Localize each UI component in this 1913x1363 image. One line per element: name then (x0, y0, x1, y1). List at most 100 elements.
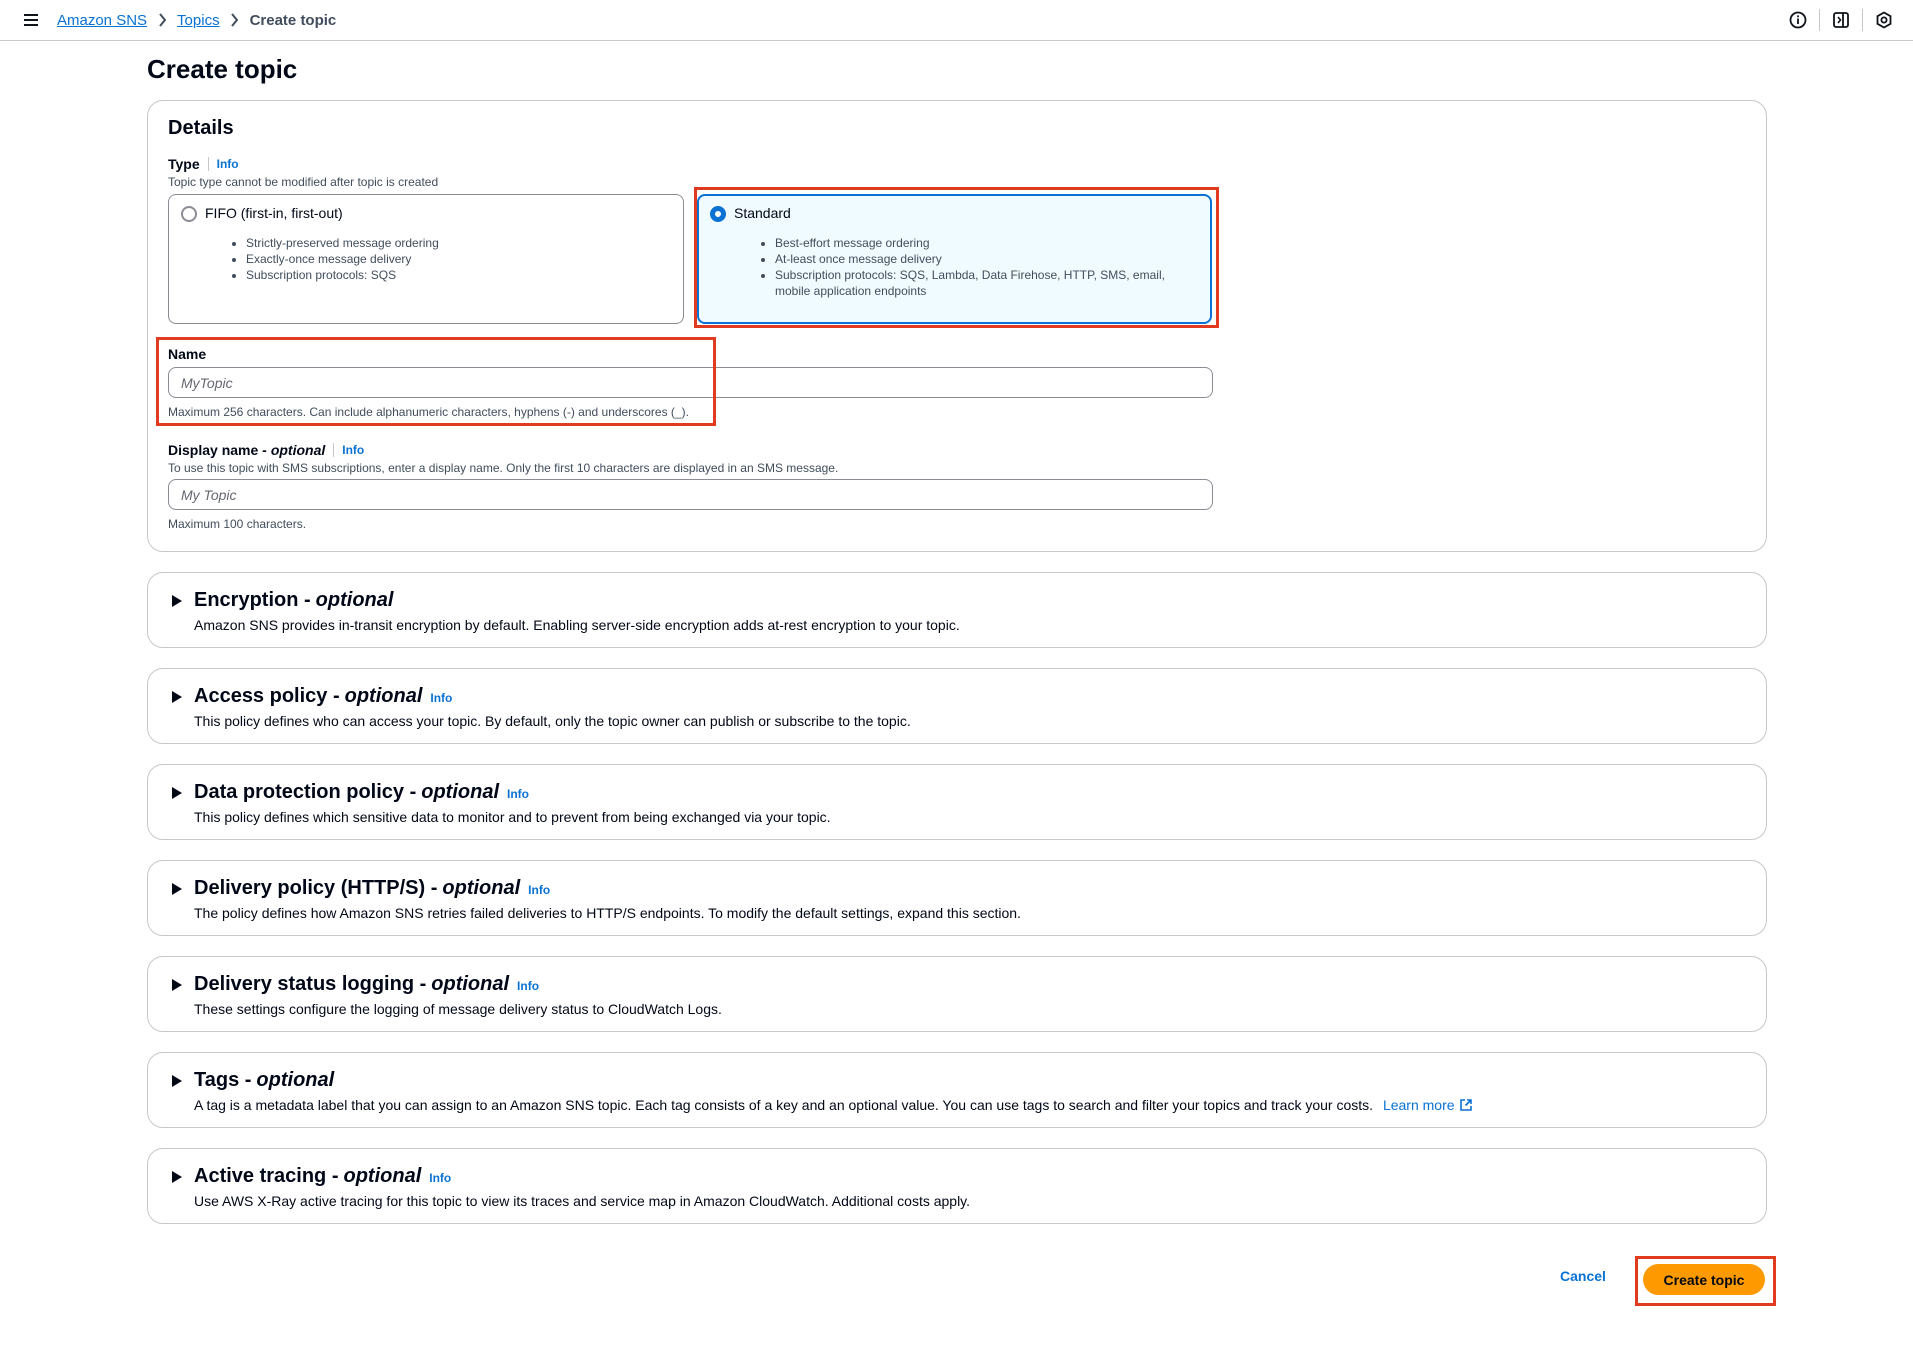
data-protection-info-link[interactable]: Info (507, 787, 529, 801)
info-circle-icon[interactable] (1787, 9, 1809, 31)
section-title: Delivery policy (HTTP/S) - optional Info (194, 877, 550, 900)
section-description: This policy defines which sensitive data… (194, 809, 831, 825)
fifo-radio[interactable] (181, 206, 197, 222)
section-title-text: Encryption - (194, 589, 311, 611)
standard-option-label: Standard (734, 205, 791, 221)
learn-more-text: Learn more (1382, 1097, 1455, 1113)
display-name-input[interactable] (168, 479, 1213, 510)
type-label: Type (168, 156, 200, 172)
fifo-option-label: FIFO (first-in, first-out) (205, 205, 343, 221)
fifo-feature-list: Strictly-preserved message ordering Exac… (246, 235, 666, 283)
breadcrumb: Amazon SNS Topics Create topic (57, 10, 336, 30)
section-title: Data protection policy - optional Info (194, 781, 529, 804)
section-optional: optional (256, 1069, 335, 1091)
details-heading: Details (168, 117, 234, 139)
create-topic-button[interactable]: Create topic (1643, 1264, 1765, 1295)
section-active-tracing[interactable]: Active tracing - optional Info Use AWS X-… (147, 1148, 1767, 1224)
tags-description-text: A tag is a metadata label that you can a… (194, 1097, 1374, 1113)
section-title-text: Delivery status logging - (194, 973, 427, 995)
section-optional: optional (431, 973, 510, 995)
display-name-label-row: Display name - optional Info (168, 442, 364, 458)
cancel-button[interactable]: Cancel (1560, 1268, 1606, 1284)
standard-radio[interactable] (710, 206, 726, 222)
section-delivery-policy[interactable]: Delivery policy (HTTP/S) - optional Info … (147, 860, 1767, 936)
type-info-link[interactable]: Info (217, 157, 239, 171)
breadcrumb-amazon-sns[interactable]: Amazon SNS (57, 12, 147, 29)
chevron-right-icon (147, 13, 177, 27)
top-icons (1787, 9, 1895, 31)
type-label-row: Type Info (168, 156, 239, 172)
section-title: Access policy - optional Info (194, 685, 452, 708)
divider (333, 443, 335, 457)
section-optional: optional (315, 589, 394, 611)
active-tracing-info-link[interactable]: Info (429, 1171, 451, 1185)
section-data-protection-policy[interactable]: Data protection policy - optional Info Th… (147, 764, 1767, 840)
list-item: Strictly-preserved message ordering (246, 235, 666, 251)
list-item: At-least once message delivery (775, 251, 1195, 267)
gear-icon[interactable] (1873, 9, 1895, 31)
type-description: Topic type cannot be modified after topi… (168, 175, 439, 189)
section-title-text: Data protection policy - (194, 781, 417, 803)
display-name-info-link[interactable]: Info (342, 443, 364, 457)
section-title: Tags - optional (194, 1069, 334, 1092)
caret-right-icon (172, 1171, 182, 1183)
panel-icon[interactable] (1830, 9, 1852, 31)
chevron-right-icon (220, 13, 250, 27)
section-description: This policy defines who can access your … (194, 713, 911, 729)
divider (1819, 9, 1820, 31)
section-title: Active tracing - optional Info (194, 1165, 451, 1188)
list-item: Best-effort message ordering (775, 235, 1195, 251)
type-option-fifo[interactable]: FIFO (first-in, first-out) Strictly-pres… (168, 194, 684, 324)
section-description: These settings configure the logging of … (194, 1001, 722, 1017)
section-optional: optional (442, 877, 521, 899)
section-description: Amazon SNS provides in-transit encryptio… (194, 617, 960, 633)
breadcrumb-current: Create topic (249, 11, 337, 29)
display-name-label: Display name - (168, 442, 267, 458)
section-optional: optional (421, 781, 500, 803)
name-label: Name (168, 346, 207, 362)
standard-feature-list: Best-effort message ordering At-least on… (775, 235, 1195, 299)
external-link-icon (1459, 1098, 1473, 1115)
caret-right-icon (172, 1075, 182, 1087)
section-title: Delivery status logging - optional Info (194, 973, 539, 996)
section-delivery-status-logging[interactable]: Delivery status logging - optional Info T… (147, 956, 1767, 1032)
section-tags[interactable]: Tags - optional A tag is a metadata labe… (147, 1052, 1767, 1128)
section-encryption[interactable]: Encryption - optional Amazon SNS provide… (147, 572, 1767, 648)
section-title-text: Access policy - (194, 685, 340, 707)
section-access-policy[interactable]: Access policy - optional Info This policy… (147, 668, 1767, 744)
caret-right-icon (172, 595, 182, 607)
divider (207, 157, 209, 171)
display-name-constraint: Maximum 100 characters. (168, 517, 307, 531)
section-title-text: Active tracing - (194, 1165, 339, 1187)
divider (1862, 9, 1863, 31)
page-title: Create topic (147, 54, 298, 84)
breadcrumb-topics[interactable]: Topics (177, 12, 220, 29)
delivery-policy-info-link[interactable]: Info (528, 883, 550, 897)
section-title: Encryption - optional (194, 589, 393, 612)
section-description: The policy defines how Amazon SNS retrie… (194, 905, 1021, 921)
section-optional: optional (343, 1165, 422, 1187)
caret-right-icon (172, 883, 182, 895)
list-item: Exactly-once message delivery (246, 251, 666, 267)
type-option-standard[interactable]: Standard Best-effort message ordering At… (697, 194, 1212, 324)
caret-right-icon (172, 691, 182, 703)
display-name-description: To use this topic with SMS subscriptions… (168, 461, 839, 475)
list-item: Subscription protocols: SQS (246, 267, 666, 283)
top-navigation-bar: Amazon SNS Topics Create topic (0, 0, 1913, 41)
access-policy-info-link[interactable]: Info (430, 691, 452, 705)
hamburger-icon[interactable] (22, 12, 40, 28)
display-name-optional: optional (270, 442, 326, 458)
caret-right-icon (172, 787, 182, 799)
name-input[interactable] (168, 367, 1213, 398)
name-constraint: Maximum 256 characters. Can include alph… (168, 405, 689, 419)
details-container: Details Type Info Topic type cannot be m… (147, 100, 1767, 552)
section-description: A tag is a metadata label that you can a… (194, 1097, 1473, 1115)
learn-more-link[interactable]: Learn more (1383, 1097, 1473, 1113)
section-title-text: Tags - (194, 1069, 252, 1091)
delivery-status-info-link[interactable]: Info (517, 979, 539, 993)
name-label-row: Name (168, 346, 206, 362)
caret-right-icon (172, 979, 182, 991)
section-description: Use AWS X-Ray active tracing for this to… (194, 1193, 971, 1209)
list-item: Subscription protocols: SQS, Lambda, Dat… (775, 267, 1195, 299)
section-optional: optional (344, 685, 423, 707)
